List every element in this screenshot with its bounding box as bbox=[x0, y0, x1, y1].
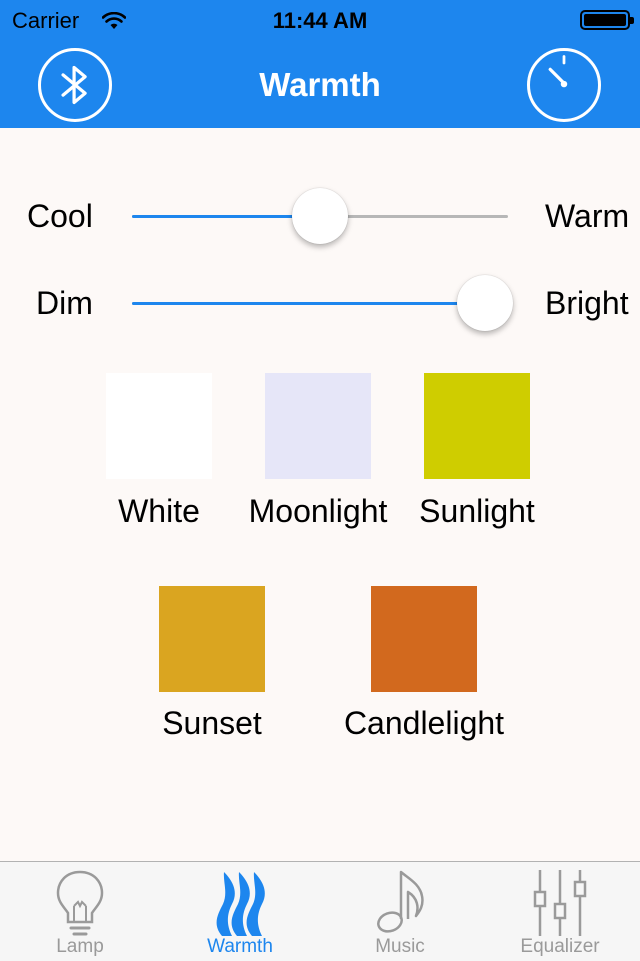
bright-label: Bright bbox=[545, 285, 629, 321]
brightness-slider-fill bbox=[132, 302, 486, 305]
status-time: 11:44 AM bbox=[272, 8, 368, 33]
tab-warmth[interactable]: Warmth bbox=[160, 862, 320, 961]
brightness-slider-thumb[interactable] bbox=[457, 275, 514, 331]
timer-icon bbox=[548, 55, 568, 88]
tab-lamp[interactable]: Lamp bbox=[0, 862, 160, 961]
brightness-slider-row: Dim Bright bbox=[0, 273, 640, 333]
preset-candlelight-swatch[interactable] bbox=[371, 586, 477, 692]
brightness-slider[interactable] bbox=[132, 275, 514, 331]
cool-label: Cool bbox=[27, 198, 93, 234]
music-note-icon bbox=[377, 870, 424, 933]
timer-button[interactable] bbox=[527, 48, 601, 122]
tab-bar: Lamp Warmth Music Equalizer bbox=[0, 861, 640, 961]
warmth-slider-row: Cool Warm bbox=[0, 186, 640, 246]
tab-music[interactable]: Music bbox=[320, 862, 480, 961]
battery-icon bbox=[580, 10, 634, 30]
preset-sunset-label: Sunset bbox=[162, 705, 262, 741]
warmth-slider-thumb[interactable] bbox=[292, 188, 348, 244]
tab-equalizer[interactable]: Equalizer bbox=[480, 862, 640, 961]
preset-moonlight-swatch[interactable] bbox=[265, 373, 371, 479]
tab-lamp-label: Lamp bbox=[56, 936, 104, 957]
equalizer-icon bbox=[533, 870, 587, 936]
warm-label: Warm bbox=[545, 198, 630, 234]
status-bar: Carrier 11:44 AM bbox=[0, 0, 640, 40]
preset-sunlight-swatch[interactable] bbox=[424, 373, 530, 479]
dim-label: Dim bbox=[36, 285, 93, 321]
preset-sunset-swatch[interactable] bbox=[159, 586, 265, 692]
lightbulb-icon bbox=[56, 870, 104, 936]
tab-equalizer-label: Equalizer bbox=[520, 936, 600, 957]
preset-sunlight-label: Sunlight bbox=[419, 493, 535, 529]
warmth-slider[interactable] bbox=[132, 188, 508, 244]
tab-music-label: Music bbox=[375, 936, 425, 957]
nav-header: Carrier 11:44 AM Warmth bbox=[0, 0, 640, 128]
flame-icon bbox=[216, 872, 265, 936]
preset-white-swatch[interactable] bbox=[106, 373, 212, 479]
preset-candlelight-label: Candlelight bbox=[343, 705, 505, 741]
tab-warmth-label: Warmth bbox=[207, 936, 273, 957]
